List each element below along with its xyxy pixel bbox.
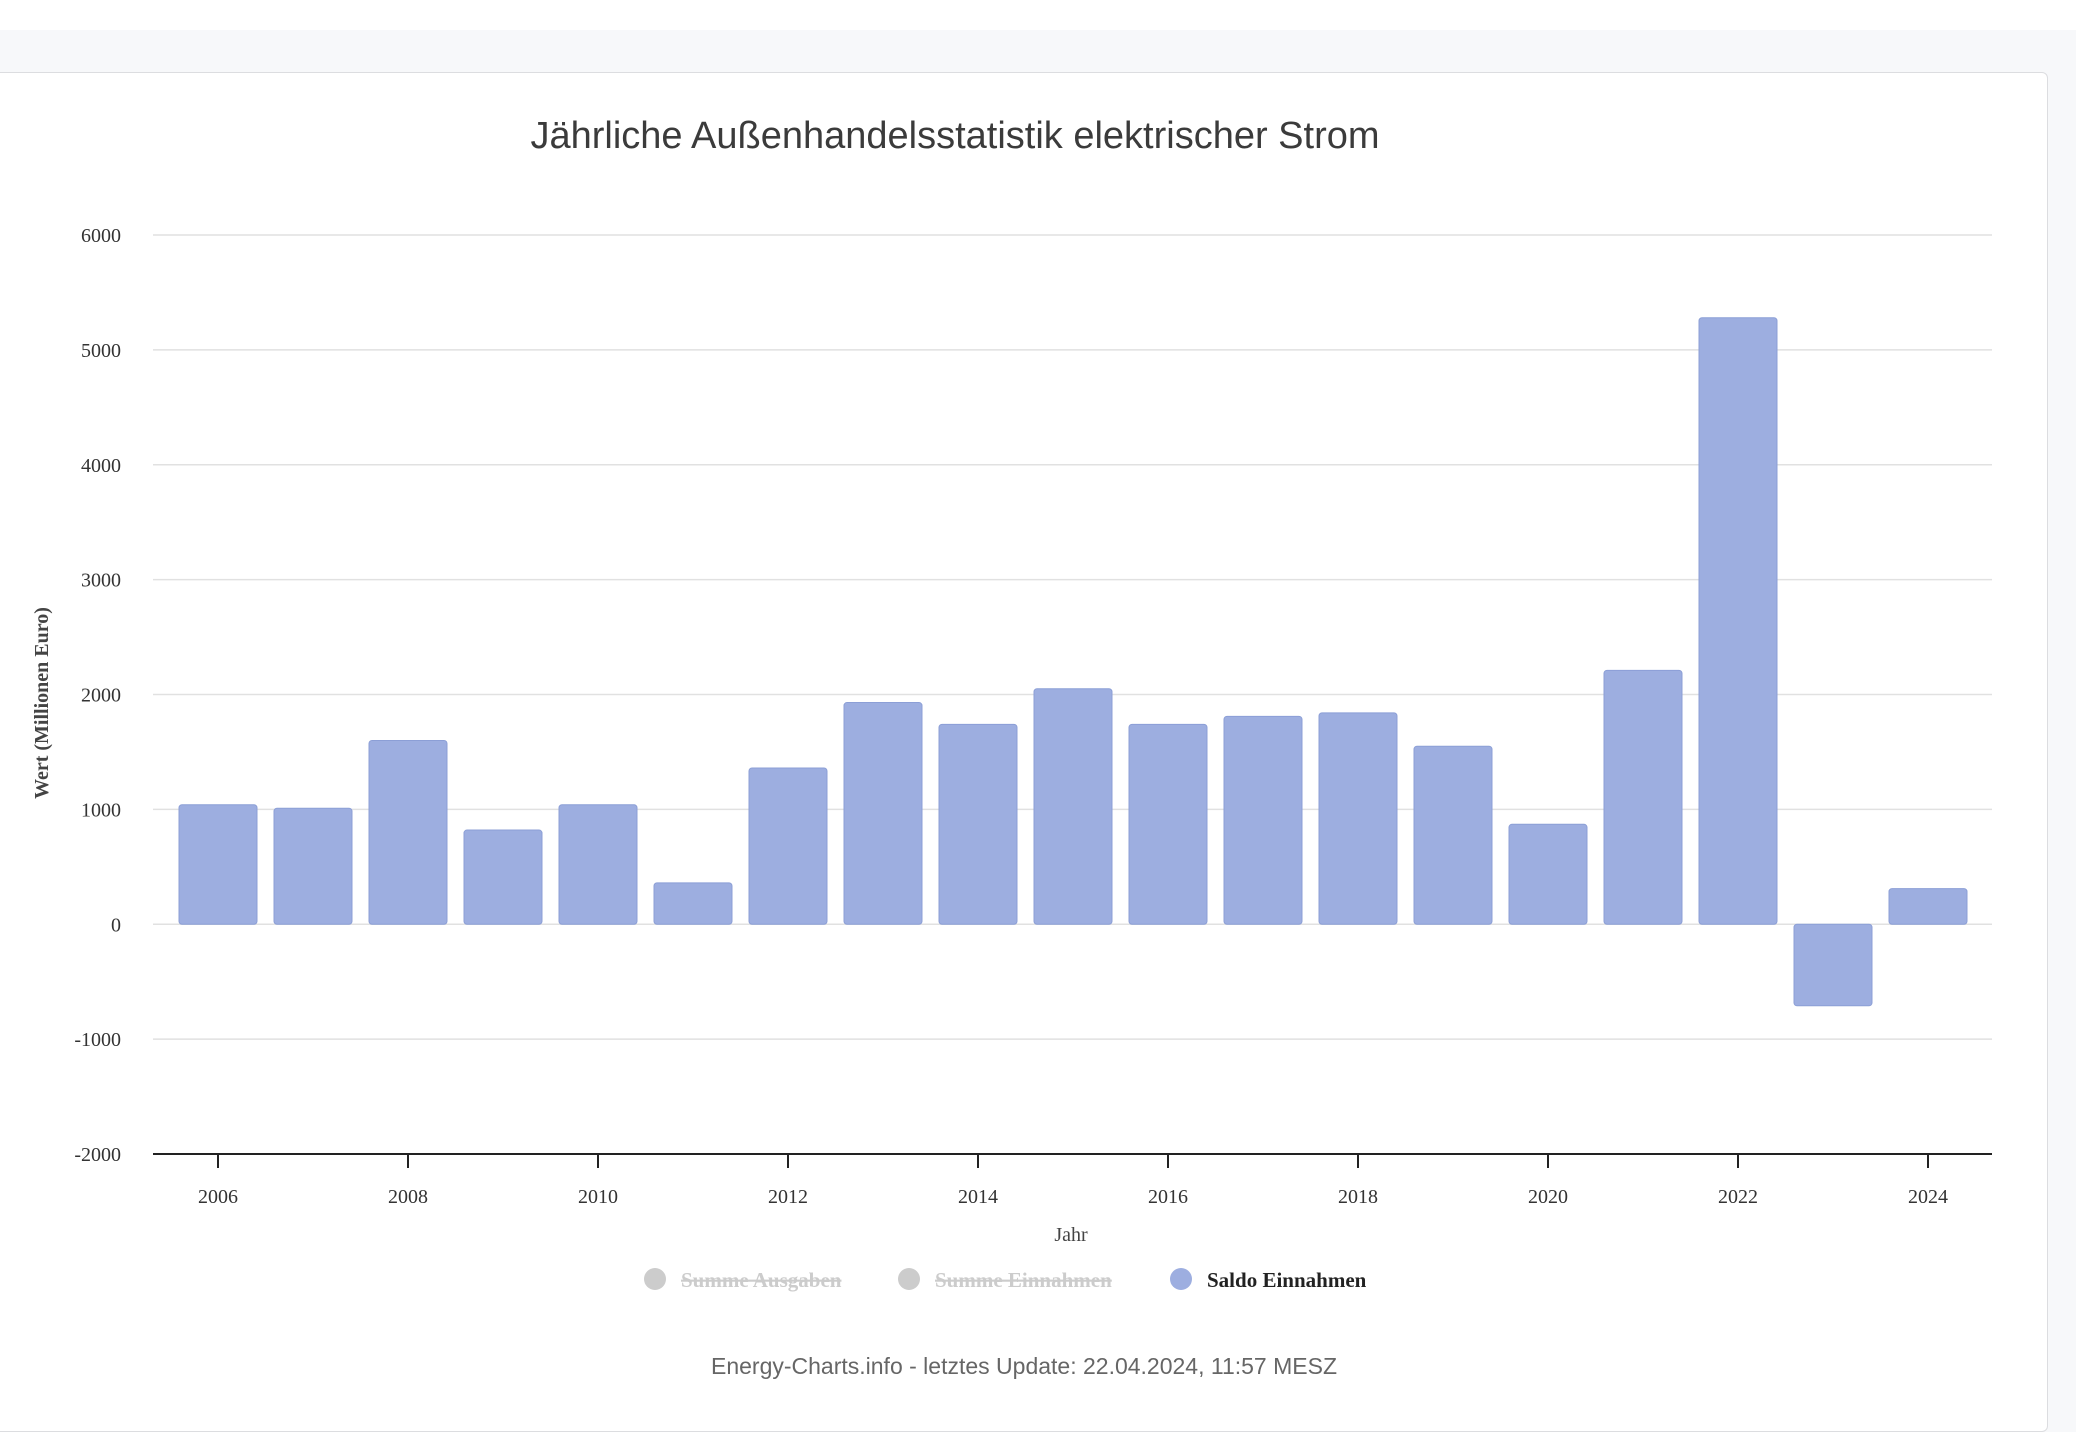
legend-item-summe-einnahmen[interactable]: Summe Einnahmen (898, 1268, 1112, 1292)
bar-2020[interactable] (1508, 823, 1588, 925)
bar-2011[interactable] (653, 882, 733, 925)
y-tick-label: 4000 (81, 455, 121, 477)
credit-text: Energy-Charts.info - letztes Update: 22.… (711, 1353, 1337, 1379)
bar-2006[interactable] (178, 804, 258, 925)
x-tick-label: 2020 (1528, 1186, 1568, 1208)
y-axis-title: Wert (Millionen Euro) (31, 607, 53, 799)
x-tick-label: 2008 (388, 1186, 428, 1208)
chart-title: Jährliche Außenhandelsstatistik elektris… (530, 115, 1379, 157)
legend-marker (1170, 1268, 1192, 1290)
legend-label: Saldo Einnahmen (1207, 1268, 1367, 1292)
bar-2024[interactable] (1888, 888, 1968, 925)
legend-marker (898, 1268, 920, 1290)
x-tick-label: 2022 (1718, 1186, 1758, 1208)
bar-2017[interactable] (1223, 715, 1303, 925)
y-tick-label: 3000 (81, 570, 121, 592)
legend-label: Summe Einnahmen (935, 1268, 1112, 1292)
x-tick-label: 2014 (958, 1186, 998, 1208)
bar-2016[interactable] (1128, 723, 1208, 925)
bar-2010[interactable] (558, 804, 638, 925)
x-tick-label: 2010 (578, 1186, 618, 1208)
bar-layer (178, 317, 1968, 1007)
legend-item-summe-ausgaben[interactable]: Summe Ausgaben (644, 1268, 842, 1292)
y-tick-label: -1000 (74, 1029, 121, 1051)
bar-2013[interactable] (843, 702, 923, 925)
legend-marker (644, 1268, 666, 1290)
y-tick-label: 0 (111, 914, 121, 936)
x-tick-label: 2006 (198, 1186, 238, 1208)
bar-2021[interactable] (1603, 669, 1683, 925)
x-tick-label: 2012 (768, 1186, 808, 1208)
bar-2022[interactable] (1698, 317, 1778, 925)
y-tick-label: -2000 (74, 1144, 121, 1166)
y-tick-label: 2000 (81, 685, 121, 707)
legend: Summe Ausgaben Summe Einnahmen Saldo Einna… (644, 1268, 1367, 1292)
y-tick-label: 5000 (81, 340, 121, 362)
bar-2019[interactable] (1413, 745, 1493, 925)
y-tick-label: 6000 (81, 225, 121, 247)
bar-chart: Jährliche Außenhandelsstatistik elektris… (31, 115, 1992, 1379)
bar-2008[interactable] (368, 739, 448, 925)
bar-2012[interactable] (748, 767, 828, 925)
legend-item-saldo-einnahmen[interactable]: Saldo Einnahmen (1170, 1268, 1367, 1292)
bar-2023[interactable] (1793, 923, 1873, 1007)
bar-2015[interactable] (1033, 688, 1113, 925)
bar-2007[interactable] (273, 807, 353, 925)
bar-2018[interactable] (1318, 712, 1398, 925)
legend-label: Summe Ausgaben (681, 1268, 842, 1292)
y-tick-label: 1000 (81, 799, 121, 821)
x-axis-title: Jahr (1054, 1224, 1088, 1246)
x-tick-label: 2016 (1148, 1186, 1188, 1208)
bar-2009[interactable] (463, 829, 543, 925)
bar-2014[interactable] (938, 723, 1018, 925)
x-tick-label: 2018 (1338, 1186, 1378, 1208)
x-tick-label: 2024 (1908, 1186, 1948, 1208)
